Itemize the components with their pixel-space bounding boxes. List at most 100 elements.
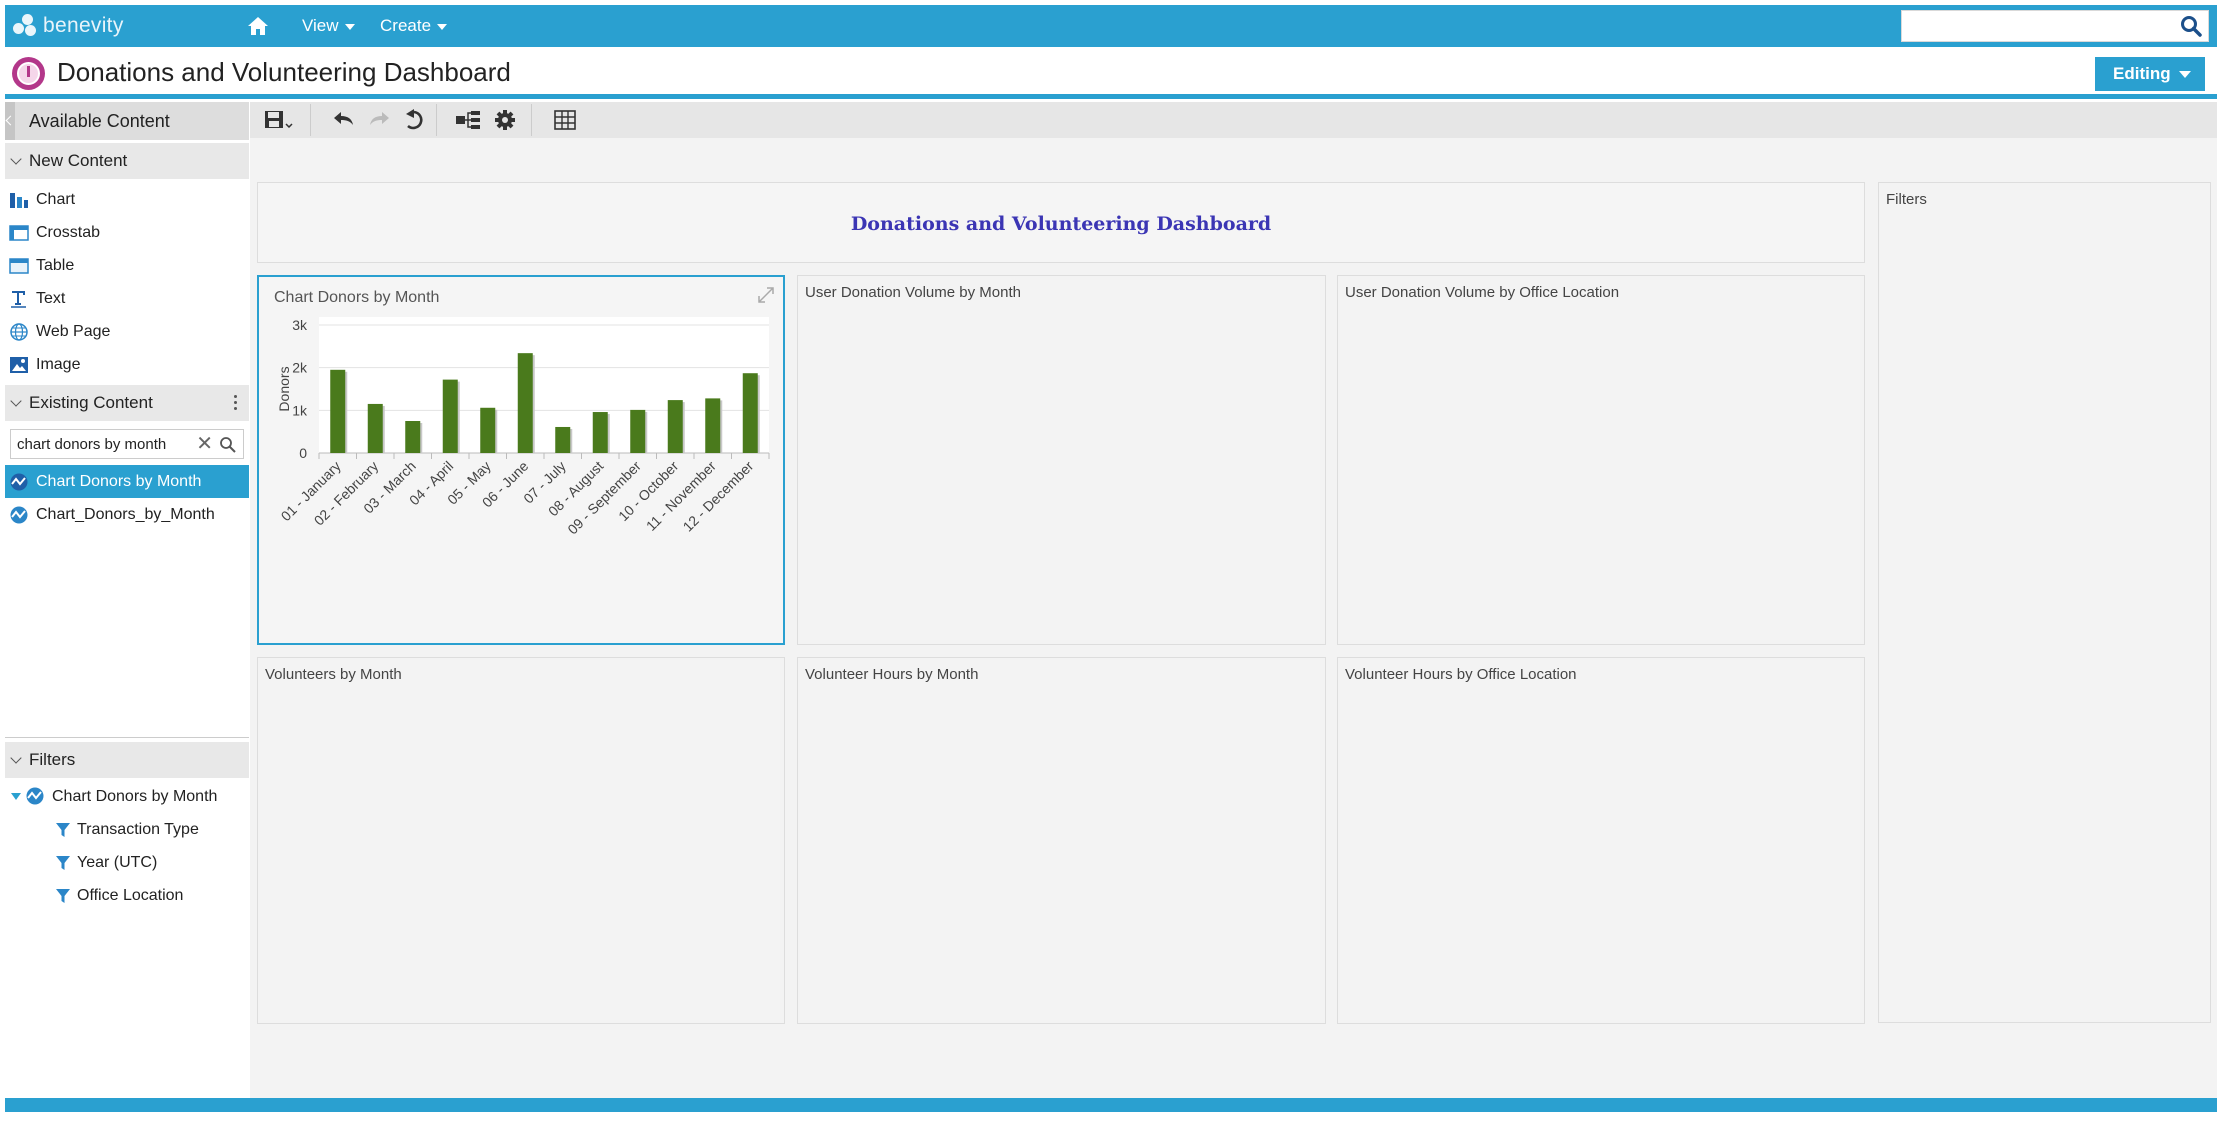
content-search-box: ✕: [10, 429, 244, 459]
text-icon: [11, 291, 26, 308]
filter-year-utc[interactable]: Year (UTC): [5, 846, 249, 879]
user-donation-volume-by-month-panel[interactable]: User Donation Volume by Month: [797, 275, 1326, 645]
new-chart-item[interactable]: Chart: [5, 183, 249, 216]
crosstab-icon: [9, 225, 29, 241]
chevron-down-icon: [10, 752, 22, 764]
dashboard-canvas: Donations and Volunteering Dashboard Fil…: [250, 138, 2217, 1098]
existing-item-chart-donors-by-month-2[interactable]: Chart_Donors_by_Month: [5, 498, 249, 531]
new-content-section-header[interactable]: New Content: [5, 143, 249, 179]
bar: [667, 400, 683, 453]
chevron-down-icon: [437, 23, 448, 30]
filter-field-label: Office Location: [77, 887, 184, 904]
undo-icon[interactable]: [332, 108, 356, 132]
bar-chart-icon: [10, 193, 28, 208]
new-content-label: New Content: [29, 151, 128, 170]
grid-icon[interactable]: [553, 108, 577, 132]
filters-panel-title: Filters: [1886, 191, 1927, 208]
chevron-down-icon: [344, 23, 355, 30]
home-button[interactable]: [245, 5, 271, 47]
save-icon[interactable]: [263, 108, 295, 132]
expand-triangle-icon[interactable]: [11, 793, 21, 800]
view-menu-label: View: [302, 16, 339, 35]
funnel-icon: [56, 856, 70, 870]
funnel-icon: [56, 823, 70, 837]
gear-icon[interactable]: [493, 108, 517, 132]
new-chart-label: Chart: [36, 191, 76, 208]
filter-field-label: Transaction Type: [77, 821, 199, 838]
global-search-input[interactable]: [1902, 11, 2172, 41]
brand-name: benevity: [43, 14, 124, 37]
plot-area: [319, 317, 769, 453]
redo-icon[interactable]: [367, 108, 391, 132]
more-options-icon[interactable]: [234, 395, 237, 411]
search-icon[interactable]: [219, 436, 236, 453]
panel-title: Volunteer Hours by Month: [805, 666, 979, 683]
volunteer-hours-by-office-panel[interactable]: Volunteer Hours by Office Location: [1337, 657, 1865, 1024]
filters-panel[interactable]: Filters: [1878, 182, 2211, 1023]
donors-bar-chart: 01k2k3kDonors01 - January02 - February03…: [276, 317, 770, 537]
bar: [592, 412, 608, 453]
create-menu-label: Create: [380, 16, 432, 35]
bar: [555, 426, 571, 453]
image-icon: [10, 357, 28, 373]
sidebar-divider: [5, 737, 249, 738]
chart-content-icon: [10, 506, 28, 524]
filters-label: Filters: [29, 750, 76, 769]
search-icon[interactable]: [2180, 15, 2202, 37]
volunteers-by-month-panel[interactable]: Volunteers by Month: [257, 657, 785, 1024]
volunteer-hours-by-month-panel[interactable]: Volunteer Hours by Month: [797, 657, 1326, 1024]
bar: [330, 369, 346, 453]
dashboard-toolbar: [250, 102, 2217, 138]
available-content-header: Available Content: [5, 102, 249, 140]
home-icon: [248, 17, 268, 35]
new-table-item[interactable]: Table: [5, 249, 249, 282]
editing-mode-button[interactable]: Editing: [2095, 57, 2205, 91]
existing-content-section-header[interactable]: Existing Content: [5, 385, 249, 421]
new-crosstab-item[interactable]: Crosstab: [5, 216, 249, 249]
panel-title: Volunteer Hours by Office Location: [1345, 666, 1577, 683]
sidebar-filters-section: Filters Chart Donors by Month Transactio…: [5, 742, 249, 912]
chevron-down-icon: [10, 153, 22, 165]
hierarchy-icon[interactable]: [455, 108, 481, 132]
benevity-logo-icon: [13, 14, 39, 38]
existing-item-label: Chart_Donors_by_Month: [36, 506, 215, 523]
y-tick-label: 0: [299, 445, 307, 461]
bar: [367, 403, 383, 453]
existing-item-chart-donors-by-month[interactable]: Chart Donors by Month: [5, 465, 249, 498]
filters-section-header[interactable]: Filters: [5, 742, 249, 778]
new-text-item[interactable]: Text: [5, 282, 249, 315]
new-table-label: Table: [36, 257, 75, 274]
new-crosstab-label: Crosstab: [36, 224, 101, 241]
content-search-input[interactable]: [11, 430, 191, 458]
chart-content-icon: [10, 473, 28, 491]
dashboard-icon: [12, 57, 45, 90]
globe-icon: [10, 323, 28, 341]
clear-search-icon[interactable]: ✕: [196, 434, 213, 454]
user-donation-volume-by-office-panel[interactable]: User Donation Volume by Office Location: [1337, 275, 1865, 645]
collapse-sidebar-button[interactable]: [5, 102, 15, 140]
dashboard-title-text: Donations and Volunteering Dashboard: [850, 213, 1272, 235]
create-menu[interactable]: Create: [380, 5, 448, 47]
new-image-item[interactable]: Image: [5, 348, 249, 381]
view-menu[interactable]: View: [302, 5, 355, 47]
chevron-down-icon: [10, 395, 22, 407]
new-web-page-item[interactable]: Web Page: [5, 315, 249, 348]
revert-icon[interactable]: [402, 108, 426, 132]
toolbar-separator: [531, 104, 532, 136]
bar: [405, 421, 421, 453]
filter-office-location[interactable]: Office Location: [5, 879, 249, 912]
chart-donors-by-month-panel[interactable]: Chart Donors by Month 0 1k 2k 3k Donors 01 - …: [257, 275, 785, 645]
benevity-logo[interactable]: benevity: [13, 11, 124, 41]
page-title: Donations and Volunteering Dashboard: [57, 57, 511, 87]
bar: [480, 407, 496, 453]
y-tick-label: 3k: [292, 317, 308, 333]
toolbar-separator: [310, 104, 311, 136]
expand-icon[interactable]: [757, 286, 775, 304]
toolbar-separator: [436, 104, 437, 136]
filter-chart-item[interactable]: Chart Donors by Month: [5, 780, 249, 813]
dashboard-title-panel[interactable]: Donations and Volunteering Dashboard: [257, 182, 1865, 263]
filter-transaction-type[interactable]: Transaction Type: [5, 813, 249, 846]
bar: [442, 379, 458, 453]
chevron-down-icon: [2179, 71, 2191, 78]
y-tick-label: 1k: [292, 402, 308, 418]
